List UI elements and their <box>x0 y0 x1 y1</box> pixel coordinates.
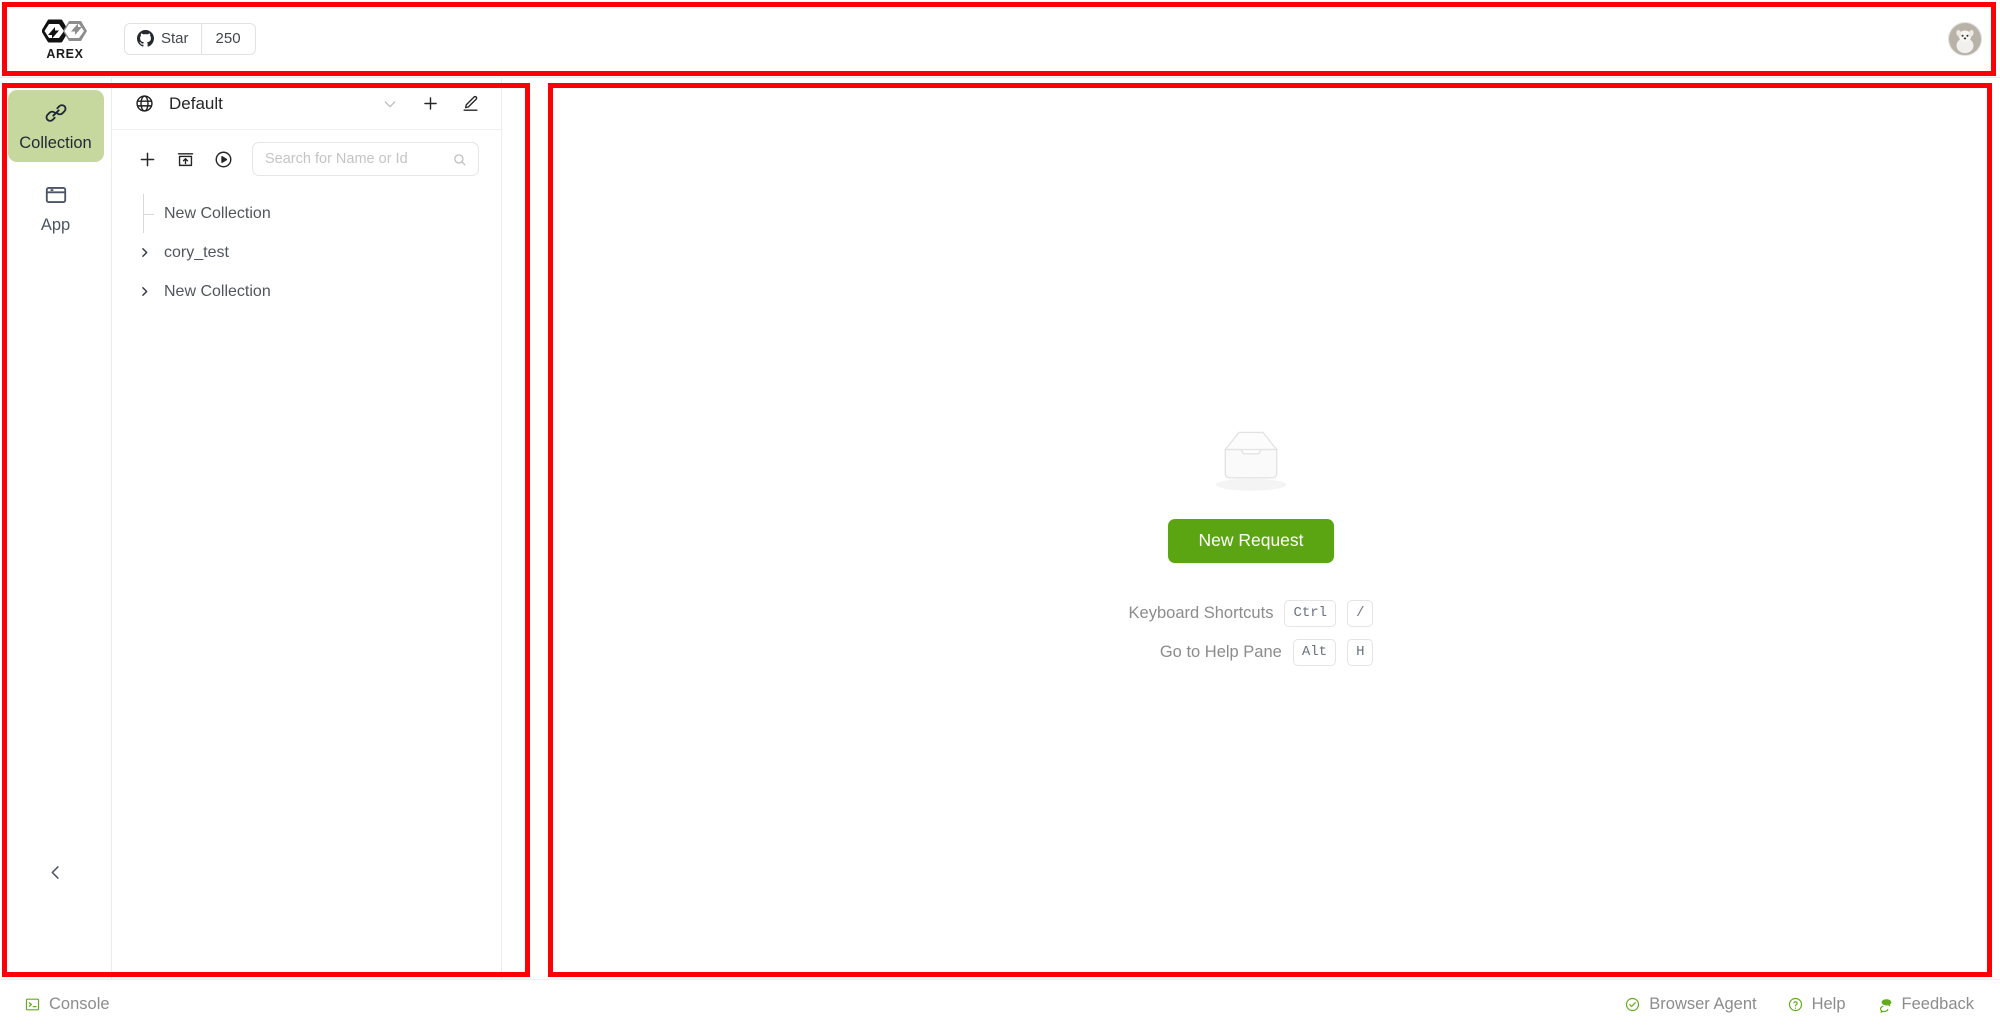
avatar[interactable] <box>1948 21 1982 56</box>
tree-expand-chevron-right-icon[interactable] <box>134 243 154 263</box>
status-browser-agent-label: Browser Agent <box>1649 995 1757 1013</box>
chevron-left-icon <box>51 865 59 879</box>
terminal-console-icon <box>24 996 41 1013</box>
collection-toolbar <box>112 130 501 188</box>
question-circle-icon <box>1787 996 1804 1013</box>
tree-item-cory-test[interactable]: cory_test <box>112 233 501 272</box>
workspace-edit-button[interactable] <box>457 91 483 117</box>
keyboard-shortcuts-hints: Keyboard Shortcuts Ctrl / Go to Help Pan… <box>1128 599 1374 666</box>
workspace-chevron-down-button[interactable] <box>377 91 403 117</box>
status-bar: Console Browser Agent Help Feedback <box>0 979 2000 1029</box>
status-console-label: Console <box>49 995 110 1013</box>
workspace-header: Default <box>112 78 501 130</box>
import-collection-button[interactable] <box>172 145 198 173</box>
globe-icon <box>136 95 153 112</box>
avatar-dog-icon <box>1949 22 1981 55</box>
plus-icon <box>140 152 154 166</box>
comment-bubble-icon <box>1876 996 1894 1014</box>
search-input[interactable] <box>265 151 452 167</box>
left-icon-rail: Collection App <box>0 78 112 979</box>
arex-application-window: AREX Star 250 Collection App Default Sea… <box>0 0 2000 1029</box>
chevron-down-icon <box>384 100 396 107</box>
tree-item-label: cory_test <box>164 243 229 261</box>
status-feedback-button[interactable]: Feedback <box>1876 995 1974 1014</box>
check-circle-icon <box>1624 996 1641 1013</box>
tree-connector-line <box>134 194 154 233</box>
shortcut-row-keyboard-shortcuts: Keyboard Shortcuts Ctrl / <box>1128 599 1374 627</box>
sidebar-item-collection[interactable]: Collection <box>7 90 104 162</box>
search-icon <box>452 152 467 167</box>
shortcut-label: Go to Help Pane <box>1159 642 1282 661</box>
workspace-name: Default <box>169 93 223 113</box>
tree-item-new-collection-folder[interactable]: New Collection <box>112 272 501 311</box>
empty-inbox-illustration-icon <box>1215 431 1287 491</box>
collection-panel: Default Search for Name or Id New Collec… <box>112 78 502 979</box>
status-bar-right-group: Browser Agent Help Feedback <box>1624 995 1974 1014</box>
import-box-icon <box>177 152 193 166</box>
collection-tree: New Collection cory_test New Collection <box>112 188 501 979</box>
sidebar-item-collection-label: Collection <box>19 134 92 153</box>
app-body: Collection App Default Search for Name o… <box>0 78 2000 979</box>
kbd-key: / <box>1347 599 1374 627</box>
kbd-key: Ctrl <box>1284 599 1337 627</box>
shortcut-label: Keyboard Shortcuts <box>1128 603 1274 622</box>
github-icon <box>137 30 154 47</box>
main-content-pane: New Request Keyboard Shortcuts Ctrl / Go… <box>502 78 2000 979</box>
new-request-button[interactable]: New Request <box>1168 519 1334 563</box>
tree-expand-chevron-right-icon[interactable] <box>134 282 154 302</box>
search-box[interactable] <box>252 142 479 176</box>
status-feedback-label: Feedback <box>1901 995 1974 1013</box>
app-header: AREX Star 250 <box>0 0 2000 78</box>
empty-state: New Request Keyboard Shortcuts Ctrl / Go… <box>1129 423 1374 666</box>
github-star-label: Star <box>161 30 189 47</box>
status-console-button[interactable]: Console <box>24 995 110 1014</box>
tree-item-label: New Collection <box>164 282 271 300</box>
tree-item-new-collection-child[interactable]: New Collection <box>112 194 501 233</box>
arex-hexagon-logo-icon <box>42 19 87 43</box>
brand-name: AREX <box>46 47 84 61</box>
play-circle-icon <box>215 151 231 167</box>
kbd-key: Alt <box>1292 638 1337 666</box>
link-chain-icon <box>45 104 66 123</box>
kbd-key: H <box>1347 638 1374 666</box>
browser-window-icon <box>45 187 66 204</box>
brand-logo-block[interactable]: AREX <box>34 16 96 61</box>
run-collection-button[interactable] <box>210 145 236 173</box>
plus-icon <box>423 97 437 110</box>
sidebar-collapse-button[interactable] <box>39 855 73 889</box>
workspace-add-button[interactable] <box>417 91 443 117</box>
edit-pen-icon <box>462 95 478 111</box>
new-collection-button[interactable] <box>134 145 160 173</box>
sidebar-item-app[interactable]: App <box>8 172 104 244</box>
status-help-button[interactable]: Help <box>1787 995 1846 1014</box>
status-browser-agent-button[interactable]: Browser Agent <box>1624 995 1757 1014</box>
github-star-count[interactable]: 250 <box>202 24 255 54</box>
github-star-left[interactable]: Star <box>125 23 202 54</box>
shortcut-row-help-pane: Go to Help Pane Alt H <box>1129 638 1374 666</box>
status-help-label: Help <box>1811 995 1846 1013</box>
github-star-button[interactable]: Star 250 <box>124 22 256 55</box>
sidebar-item-app-label: App <box>40 216 71 235</box>
tree-item-label: New Collection <box>164 204 271 222</box>
